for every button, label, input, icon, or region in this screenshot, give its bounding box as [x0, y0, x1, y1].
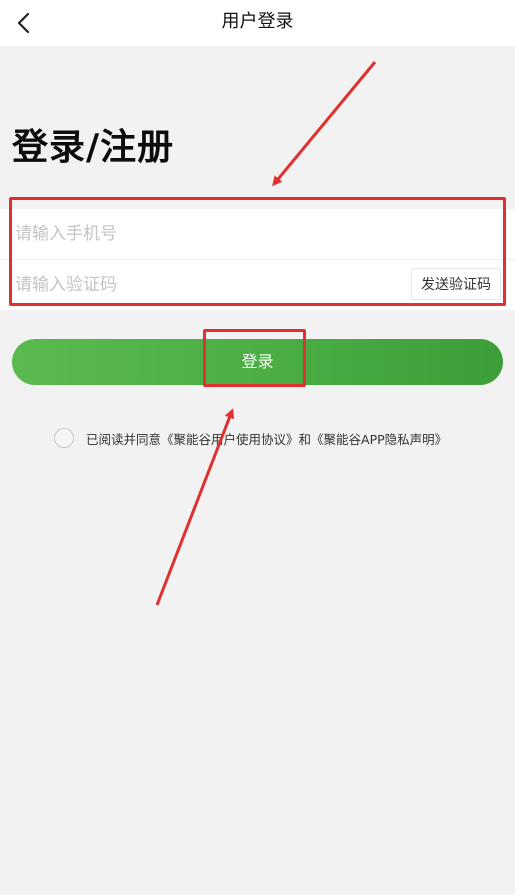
- annotation-arrows: [155, 61, 377, 606]
- arrow-to-form: [272, 61, 377, 187]
- arrow-to-login-button: [155, 408, 235, 606]
